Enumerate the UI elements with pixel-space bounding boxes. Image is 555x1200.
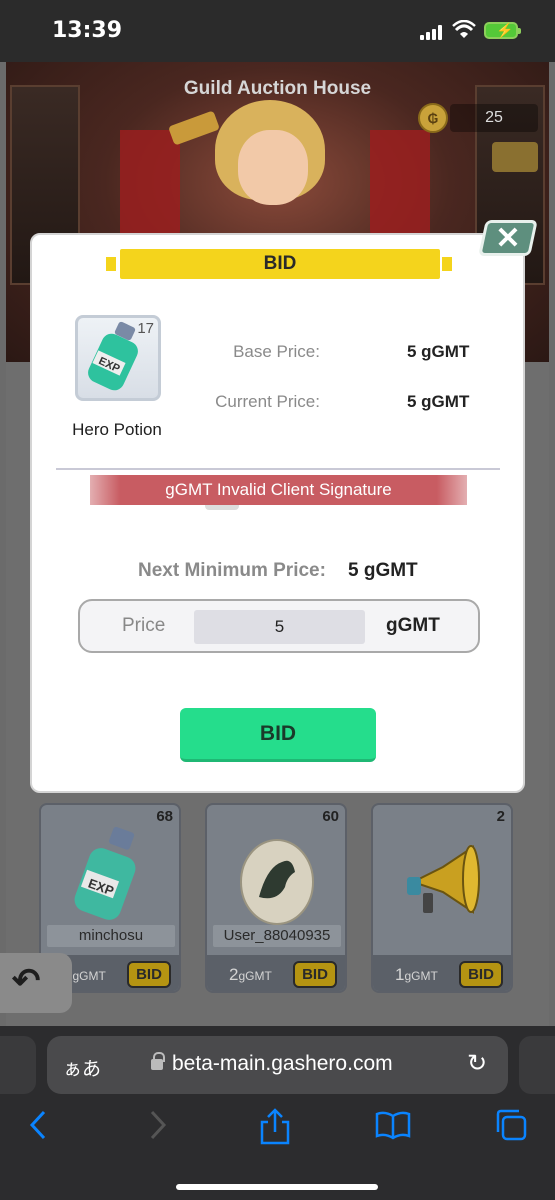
listing-bid-button[interactable]: BID — [127, 961, 171, 988]
forward-chevron-icon[interactable] — [146, 1108, 170, 1142]
back-arrow-icon: ↶ — [12, 962, 41, 1000]
listing-bid-button[interactable]: BID — [459, 961, 503, 988]
megaphone-icon — [407, 845, 480, 914]
previous-tab-preview[interactable] — [0, 1036, 36, 1094]
share-icon[interactable] — [258, 1108, 292, 1146]
price-input[interactable] — [194, 610, 365, 644]
listing-price: 1gGMT — [395, 965, 438, 984]
reader-options-button[interactable]: ぁあ — [63, 1054, 101, 1081]
listing-bid-button[interactable]: BID — [293, 961, 337, 988]
url-text[interactable]: beta-main.gashero.com — [172, 1052, 393, 1076]
status-time: 13:39 — [52, 18, 123, 43]
listing-seller: minchosu — [47, 925, 175, 947]
address-bar[interactable]: ぁあ beta-main.gashero.com ↻ — [47, 1036, 508, 1094]
price-field-label: Price — [122, 615, 166, 636]
coin-count: 25 — [450, 104, 538, 132]
close-icon: ✕ — [495, 222, 521, 255]
cellular-signal-icon — [420, 24, 446, 40]
title-ribbon-end — [442, 257, 452, 271]
listing-card[interactable]: 60 User_88040935 2gGMT BID — [205, 803, 347, 993]
item-quantity: 17 — [137, 320, 154, 337]
next-minimum-value: 5 gGMT — [348, 560, 418, 581]
next-tab-preview[interactable] — [519, 1036, 555, 1094]
reload-icon[interactable]: ↻ — [467, 1049, 487, 1078]
lock-icon — [151, 1052, 165, 1070]
listing-footer: 2gGMT BID — [207, 955, 345, 991]
coin-icon: ₲ — [418, 103, 448, 133]
listing-quantity: 60 — [322, 808, 339, 825]
listing-price: 2gGMT — [229, 965, 272, 984]
listing-quantity: 2 — [496, 808, 505, 825]
current-price-label: Current Price: — [215, 392, 320, 411]
error-toast: gGMT Invalid Client Signature — [90, 475, 467, 505]
close-button[interactable]: ✕ — [478, 220, 538, 256]
battery-charging-icon: ⚡ — [484, 22, 521, 39]
bid-dialog: BID 17 EXP Hero Potion Base Price: 5 gGM… — [30, 233, 525, 793]
bid-button[interactable]: BID — [180, 708, 376, 762]
title-ribbon-end — [106, 257, 116, 271]
wifi-icon — [452, 20, 476, 38]
base-price-value: 5 gGMT — [407, 342, 470, 361]
price-field: Price gGMT — [78, 599, 480, 653]
stone-token-icon — [240, 839, 314, 925]
auctioneer-face — [238, 130, 308, 205]
price-unit: gGMT — [386, 615, 440, 636]
listing-card[interactable]: 2 1gGMT BID — [371, 803, 513, 993]
listing-seller: User_88040935 — [213, 925, 341, 947]
back-chevron-icon[interactable] — [26, 1108, 50, 1142]
megaphone-icon[interactable] — [492, 142, 538, 172]
item-name: Hero Potion — [72, 420, 162, 439]
curtain-decoration — [120, 130, 180, 250]
status-bar: 13:39 ⚡ — [0, 0, 555, 62]
curtain-decoration — [370, 130, 430, 250]
base-price-label: Base Price: — [233, 342, 320, 361]
dialog-title: BID — [120, 249, 440, 279]
tabs-icon[interactable] — [494, 1108, 528, 1142]
page-title: Guild Auction House — [183, 78, 372, 99]
listing-footer: 1gGMT BID — [373, 955, 511, 991]
back-button[interactable]: ↶ — [0, 953, 72, 1013]
exp-potion-icon: EXP — [74, 827, 136, 920]
current-price-value: 5 gGMT — [407, 392, 470, 411]
next-minimum-label: Next Minimum Price: — [138, 560, 326, 581]
home-indicator — [176, 1184, 378, 1190]
divider — [56, 468, 500, 470]
bookmarks-icon[interactable] — [375, 1108, 411, 1142]
item-thumbnail: 17 EXP — [75, 315, 161, 401]
listing-quantity: 68 — [156, 808, 173, 825]
